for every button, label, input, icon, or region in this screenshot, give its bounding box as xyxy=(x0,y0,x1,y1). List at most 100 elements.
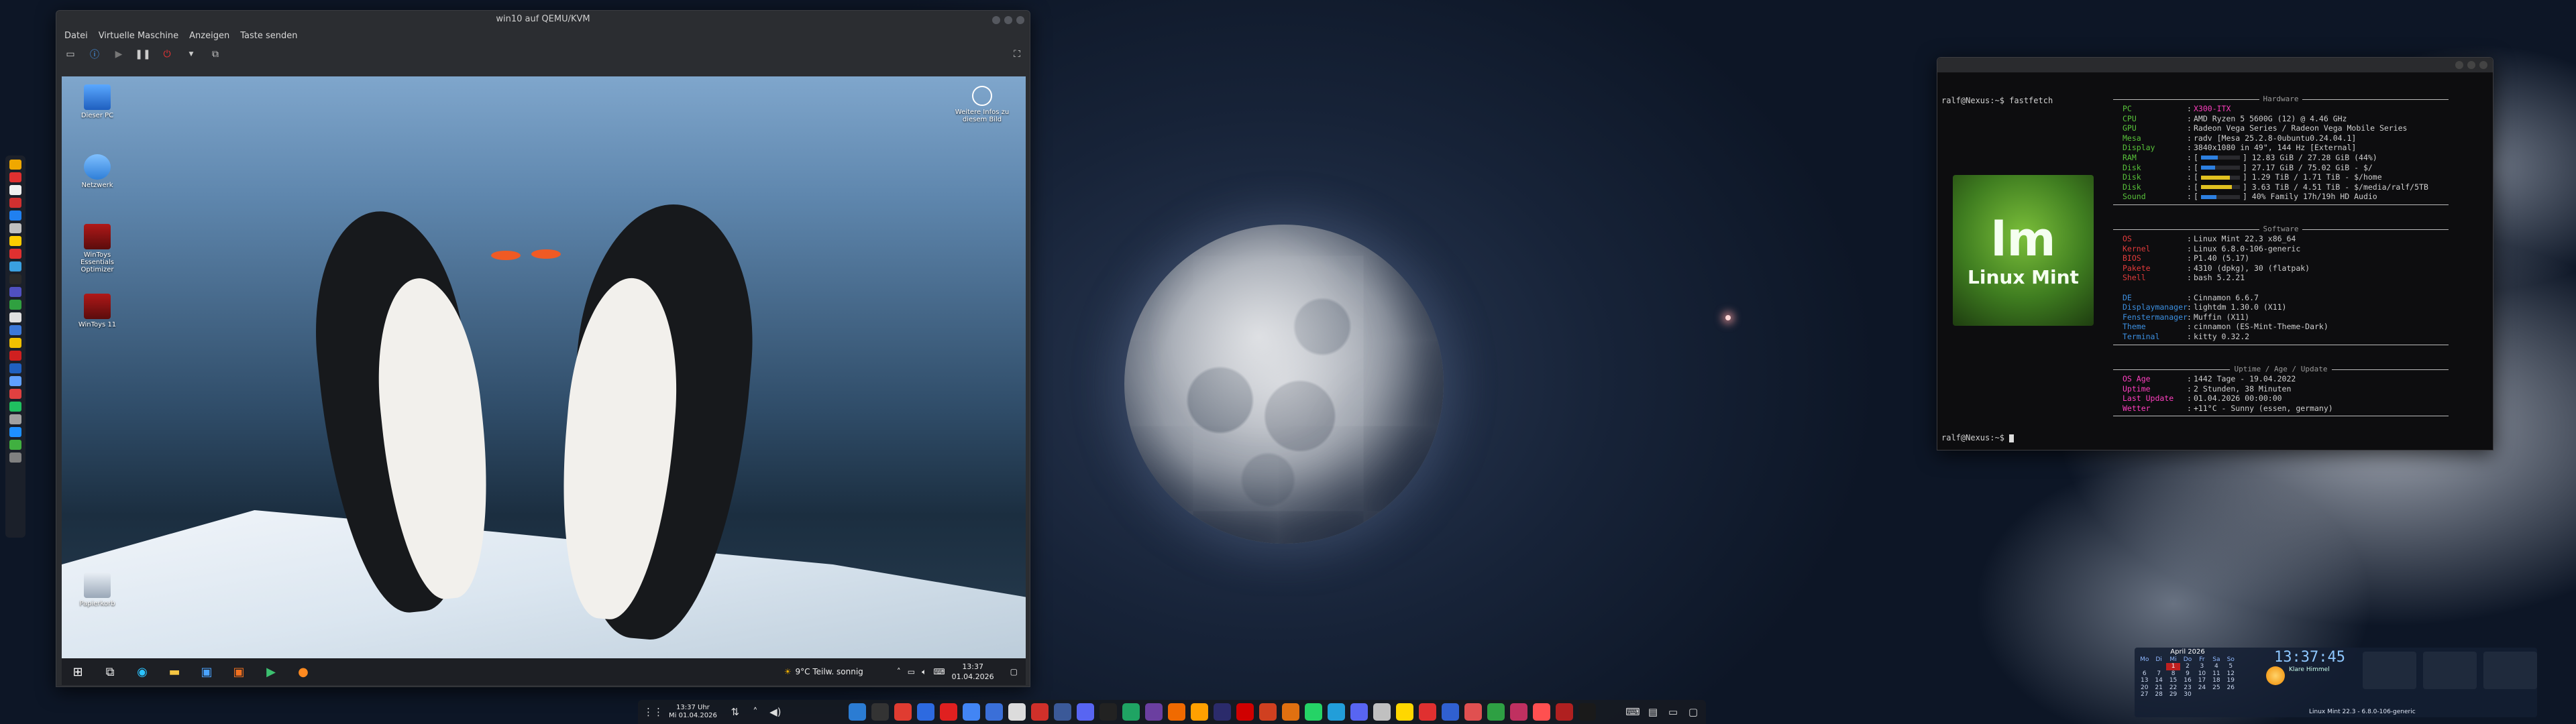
task-view-icon[interactable]: ⧉ xyxy=(94,658,126,685)
dock-app-icon[interactable] xyxy=(9,185,21,195)
dock-app-icon[interactable] xyxy=(9,223,21,233)
edge-icon[interactable]: ◉ xyxy=(126,658,158,685)
panel-app-icon[interactable] xyxy=(1053,703,1071,721)
dock-app-icon[interactable] xyxy=(9,427,21,437)
dock-app-icon[interactable] xyxy=(9,414,21,424)
panel-app-icon[interactable] xyxy=(939,703,957,721)
panel-app-icon[interactable] xyxy=(1487,703,1505,721)
dock-app-icon[interactable] xyxy=(9,402,21,412)
volume-icon[interactable]: 🔈︎ xyxy=(922,667,926,677)
panel-app-icon[interactable] xyxy=(1099,703,1117,721)
chevron-down-icon[interactable]: ▼ xyxy=(184,48,199,61)
dock-app-icon[interactable] xyxy=(9,389,21,399)
dock-app-icon[interactable] xyxy=(9,287,21,297)
maximize-icon[interactable] xyxy=(1004,16,1012,24)
terminal-window[interactable]: ralf@Nexus:~$ fastfetch lm Linux Mint Ha… xyxy=(1937,57,2493,450)
chevron-up-icon[interactable]: ˄ xyxy=(748,706,763,718)
panel-app-icon[interactable] xyxy=(1008,703,1026,721)
dock-app-icon[interactable] xyxy=(9,325,21,335)
panel-app-icon[interactable] xyxy=(1350,703,1368,721)
chevron-up-icon[interactable]: ˄ xyxy=(897,667,901,676)
panel-app-icon[interactable] xyxy=(1509,703,1527,721)
desktop-icon-this-pc[interactable]: Dieser PC xyxy=(67,84,127,119)
minimize-icon[interactable] xyxy=(992,16,1000,24)
panel-app-icon[interactable] xyxy=(1258,703,1277,721)
panel-app-icon[interactable] xyxy=(871,703,889,721)
panel-clock[interactable]: 13:37 Uhr Mi 01.04.2026 xyxy=(663,704,722,720)
dock-app-icon[interactable] xyxy=(9,198,21,208)
store-icon[interactable]: ▣ xyxy=(191,658,223,685)
battery-icon[interactable]: ▭ xyxy=(1666,706,1680,718)
panel-app-icon[interactable] xyxy=(1236,703,1254,721)
spotlight-info[interactable]: Weitere Infos zu diesem Bild xyxy=(945,86,1019,123)
panel-app-icon[interactable] xyxy=(1578,703,1596,721)
clipboard-icon[interactable]: ▤ xyxy=(1646,706,1660,718)
dock-app-icon[interactable] xyxy=(9,363,21,373)
panel-app-icon[interactable] xyxy=(985,703,1003,721)
dock-app-icon[interactable] xyxy=(9,440,21,450)
windows-clock[interactable]: 13:37 01.04.2026 xyxy=(952,662,994,682)
notification-icon[interactable]: ▢ xyxy=(1010,667,1018,676)
snapshot-icon[interactable]: ⧉ xyxy=(208,48,223,61)
panel-app-icon[interactable] xyxy=(1441,703,1459,721)
panel-app-icon[interactable] xyxy=(848,703,866,721)
dock-app-icon[interactable] xyxy=(9,312,21,322)
weather-widget[interactable]: ☀ 9°C Teilw. sonnig xyxy=(784,667,863,676)
dock-app-icon[interactable] xyxy=(9,376,21,386)
vm-titlebar[interactable]: win10 auf QEMU/KVM xyxy=(56,11,1030,28)
close-icon[interactable] xyxy=(2479,61,2487,69)
menu-anzeigen[interactable]: Anzeigen xyxy=(189,28,229,44)
keyboard-icon[interactable]: ⌨ xyxy=(1625,706,1640,718)
maximize-icon[interactable] xyxy=(2467,61,2475,69)
firefox-icon[interactable]: ● xyxy=(287,658,319,685)
volume-icon[interactable]: ◀) xyxy=(768,706,783,718)
run-icon[interactable]: ▶ xyxy=(111,48,126,61)
minimize-icon[interactable] xyxy=(2455,61,2463,69)
app-grid-icon[interactable]: ⋮⋮ xyxy=(643,706,663,718)
panel-app-icon[interactable] xyxy=(1076,703,1094,721)
dock-app-icon[interactable] xyxy=(9,338,21,348)
dock-app-icon[interactable] xyxy=(9,160,21,170)
display-icon[interactable]: ▢ xyxy=(1686,706,1701,718)
language-icon[interactable]: ⌨ xyxy=(933,667,945,676)
windows-start-icon[interactable]: ⊞ xyxy=(62,658,94,685)
media-player-icon[interactable]: ▶ xyxy=(255,658,287,685)
power-icon[interactable]: ⏻ xyxy=(160,48,174,61)
pause-icon[interactable]: ❚❚ xyxy=(135,48,150,61)
dock-app-icon[interactable] xyxy=(9,261,21,272)
panel-app-icon[interactable] xyxy=(894,703,912,721)
dock-app-icon[interactable] xyxy=(9,300,21,310)
dock-app-icon[interactable] xyxy=(9,351,21,361)
panel-app-icon[interactable] xyxy=(1464,703,1482,721)
info-icon[interactable]: ⓘ xyxy=(87,48,102,61)
network-icon[interactable]: ▭ xyxy=(908,667,915,676)
menu-virtuelle-maschine[interactable]: Virtuelle Maschine xyxy=(99,28,178,44)
desktop-icon-wintoys-11[interactable]: WinToys 11 xyxy=(67,294,127,328)
panel-app-icon[interactable] xyxy=(1281,703,1299,721)
network-tray-icon[interactable]: ⇅ xyxy=(728,706,743,718)
panel-app-icon[interactable] xyxy=(1144,703,1163,721)
panel-app-icon[interactable] xyxy=(962,703,980,721)
panel-app-icon[interactable] xyxy=(916,703,934,721)
file-explorer-icon[interactable]: ▬ xyxy=(158,658,191,685)
close-icon[interactable] xyxy=(1016,16,1024,24)
dock-app-icon[interactable] xyxy=(9,452,21,463)
dock-app-icon[interactable] xyxy=(9,236,21,246)
terminal-titlebar[interactable] xyxy=(1937,58,2493,72)
panel-app-icon[interactable] xyxy=(1532,703,1550,721)
panel-app-icon[interactable] xyxy=(1555,703,1573,721)
panel-app-icon[interactable] xyxy=(1395,703,1413,721)
dock-app-icon[interactable] xyxy=(9,210,21,221)
dock-app-icon[interactable] xyxy=(9,172,21,182)
app-icon[interactable]: ▣ xyxy=(223,658,255,685)
dock-app-icon[interactable] xyxy=(9,249,21,259)
panel-app-icon[interactable] xyxy=(1213,703,1231,721)
desktop-icon-recycle-bin[interactable]: Papierkorb xyxy=(67,572,127,607)
fullscreen-icon[interactable]: ⛶ xyxy=(1010,48,1024,61)
panel-app-icon[interactable] xyxy=(1418,703,1436,721)
panel-app-icon[interactable] xyxy=(1030,703,1049,721)
desktop-icon-wintoys-essentials[interactable]: WinToys Essentials Optimizer xyxy=(67,224,127,274)
console-icon[interactable]: ▭ xyxy=(63,48,78,61)
desktop-icon-network[interactable]: Netzwerk xyxy=(67,154,127,189)
panel-app-icon[interactable] xyxy=(1373,703,1391,721)
